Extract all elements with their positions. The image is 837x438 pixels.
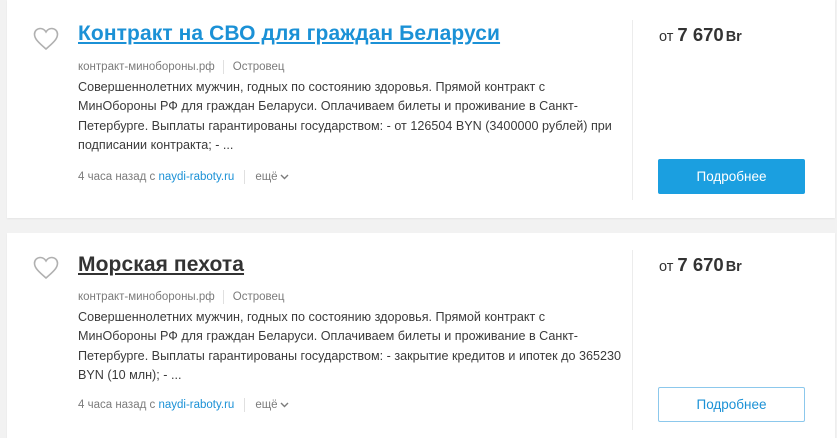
source-domain: контракт-минобороны.рф (78, 291, 215, 304)
listing-description: Совершеннолетних мужчин, годных по состо… (78, 310, 622, 382)
location-label: Островец (232, 291, 285, 304)
divider (222, 290, 224, 304)
listing-title-link[interactable]: Морская пехота (78, 253, 244, 277)
source-domain: контракт-минобороны.рф (78, 61, 215, 74)
listing-title-link[interactable]: Контракт на СВО для граждан Беларуси (78, 22, 500, 46)
location-label: Островец (232, 61, 285, 74)
column-divider (632, 250, 633, 430)
listing-footer: 4 часа назад с naydi-raboty.ru ещё (78, 170, 289, 184)
details-button[interactable]: Подробнее (658, 387, 805, 422)
salary-amount: 7 670 (677, 254, 724, 275)
more-toggle[interactable]: ещё (255, 399, 289, 412)
listing-footer: 4 часа назад с naydi-raboty.ru ещё (78, 398, 289, 412)
heart-icon[interactable] (33, 256, 59, 280)
salary-currency: Br (725, 29, 742, 45)
salary: от 7 670 Br (659, 254, 742, 276)
divider (244, 398, 246, 412)
listing-meta: контракт-минобороны.рф Островец (78, 60, 284, 74)
details-button[interactable]: Подробнее (658, 159, 805, 194)
salary: от 7 670 Br (659, 24, 742, 46)
heart-icon[interactable] (33, 27, 59, 51)
listing-meta: контракт-минобороны.рф Островец (78, 290, 284, 304)
salary-prefix: от (659, 259, 674, 275)
divider (244, 170, 246, 184)
more-label: ещё (255, 171, 278, 184)
posted-time: 4 часа назад с (78, 399, 156, 412)
chevron-down-icon (280, 171, 289, 183)
source-site-link[interactable]: naydi-raboty.ru (158, 399, 234, 411)
source-site-link[interactable]: naydi-raboty.ru (158, 171, 234, 183)
listing-description: Совершеннолетних мужчин, годных по состо… (78, 80, 612, 152)
more-label: ещё (255, 399, 278, 412)
salary-amount: 7 670 (677, 24, 724, 45)
column-divider (632, 20, 633, 200)
salary-prefix: от (659, 29, 674, 45)
chevron-down-icon (280, 399, 289, 411)
salary-currency: Br (725, 259, 742, 275)
divider (222, 60, 224, 74)
posted-time: 4 часа назад с (78, 171, 156, 184)
more-toggle[interactable]: ещё (255, 171, 289, 184)
